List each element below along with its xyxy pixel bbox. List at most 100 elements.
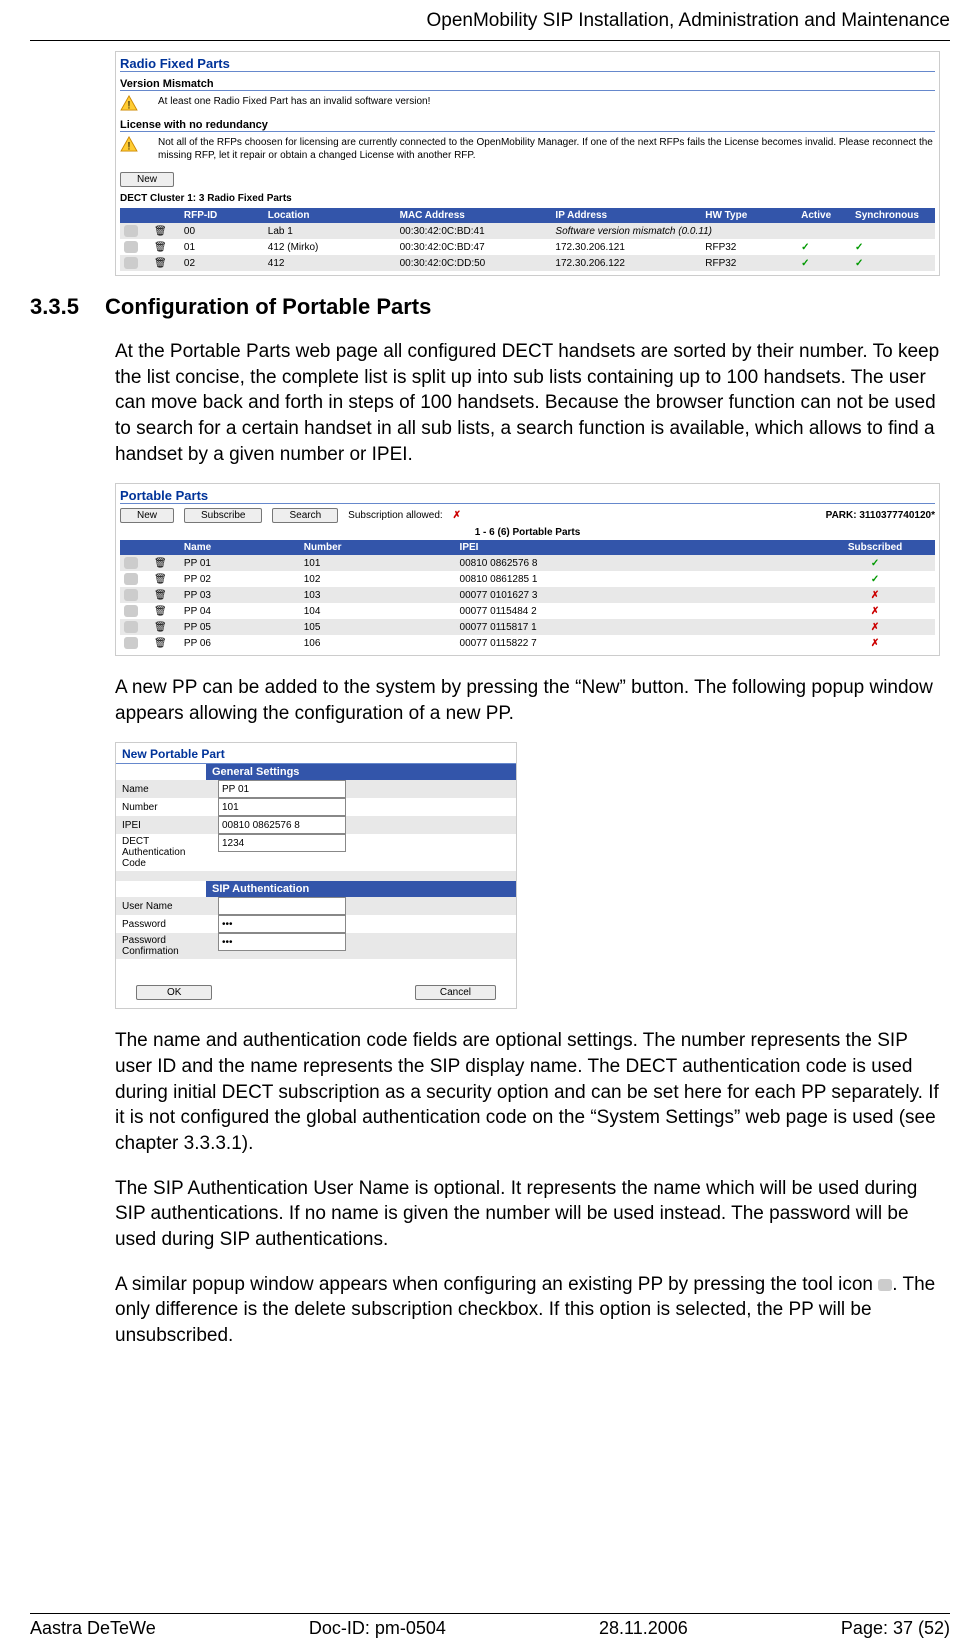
col-hw: HW Type — [701, 208, 797, 223]
col-rfp-id: RFP-ID — [180, 208, 264, 223]
table-row: 🗑 02 412 00:30:42:0C:DD:50 172.30.206.12… — [120, 255, 935, 271]
paragraph-5: A similar popup window appears when conf… — [115, 1272, 940, 1349]
rfp-title: Radio Fixed Parts — [120, 56, 935, 72]
edit-icon[interactable] — [124, 225, 138, 237]
page-footer: Aastra DeTeWe Doc-ID: pm-0504 28.11.2006… — [30, 1606, 950, 1639]
delete-icon[interactable]: 🗑 — [154, 590, 167, 601]
col-name: Name — [180, 540, 300, 555]
name-label: Name — [116, 782, 218, 797]
subscribe-button[interactable]: Subscribe — [184, 508, 262, 523]
ipei-label: IPEI — [116, 818, 218, 833]
header-rule — [30, 40, 950, 41]
cluster-line: DECT Cluster 1: 3 Radio Fixed Parts — [120, 193, 935, 204]
ok-button[interactable]: OK — [136, 985, 212, 1000]
number-field[interactable] — [218, 798, 346, 816]
pp-title: Portable Parts — [120, 488, 935, 504]
dect-label: DECT Authentication Code — [116, 834, 218, 871]
pp-list-header: 1 - 6 (6) Portable Parts — [120, 527, 935, 538]
paragraph-2: A new PP can be added to the system by p… — [115, 675, 940, 726]
delete-icon[interactable]: 🗑 — [154, 622, 167, 633]
delete-icon[interactable]: 🗑 — [154, 558, 167, 569]
section-heading: 3.3.5Configuration of Portable Parts — [30, 294, 950, 320]
subscribed-icon: ✗ — [815, 587, 935, 603]
license-heading: License with no redundancy — [120, 119, 935, 132]
password-field[interactable] — [218, 915, 346, 933]
dect-field[interactable] — [218, 834, 346, 852]
name-field[interactable] — [218, 780, 346, 798]
edit-icon[interactable] — [124, 241, 138, 253]
password-label: Password — [116, 917, 218, 932]
delete-icon[interactable]: 🗑 — [154, 574, 167, 585]
table-row: 🗑PP 0510500077 0115817 1✗ — [120, 619, 935, 635]
popup-title: New Portable Part — [116, 743, 516, 764]
subscribed-icon: ✓ — [815, 555, 935, 571]
footer-docid: Doc-ID: pm-0504 — [309, 1618, 446, 1639]
section-number: 3.3.5 — [30, 294, 105, 320]
subscription-allowed-icon: ✗ — [453, 510, 461, 521]
table-row: 🗑 00 Lab 1 00:30:42:0C:BD:41 Software ve… — [120, 223, 935, 239]
subscribed-icon: ✓ — [815, 571, 935, 587]
delete-icon[interactable]: 🗑 — [154, 638, 167, 649]
passconf-field[interactable] — [218, 933, 346, 951]
new-button[interactable]: New — [120, 508, 174, 523]
sip-auth-head: SIP Authentication — [206, 881, 516, 897]
paragraph-1: At the Portable Parts web page all confi… — [115, 339, 940, 467]
warning-icon: ! — [120, 95, 138, 111]
delete-icon[interactable]: 🗑 — [154, 606, 167, 617]
section-title: Configuration of Portable Parts — [105, 294, 431, 319]
page-header-title: OpenMobility SIP Installation, Administr… — [30, 10, 950, 36]
edit-icon[interactable] — [124, 557, 138, 569]
edit-icon[interactable] — [124, 605, 138, 617]
edit-icon[interactable] — [124, 637, 138, 649]
subscription-allowed-label: Subscription allowed: — [348, 510, 443, 521]
col-active: Active — [797, 208, 851, 223]
new-pp-popup: New Portable Part General Settings Name … — [115, 742, 517, 1009]
warning-icon: ! — [120, 136, 138, 152]
license-text: Not all of the RFPs choosen for licensin… — [158, 136, 935, 162]
col-location: Location — [264, 208, 396, 223]
table-row: 🗑PP 0110100810 0862576 8✓ — [120, 555, 935, 571]
delete-icon[interactable]: 🗑 — [154, 258, 167, 269]
table-row: 🗑 01 412 (Mirko) 00:30:42:0C:BD:47 172.3… — [120, 239, 935, 255]
edit-icon[interactable] — [124, 621, 138, 633]
edit-icon — [878, 1279, 892, 1291]
col-ip: IP Address — [551, 208, 701, 223]
subscribed-icon: ✗ — [815, 603, 935, 619]
delete-icon[interactable]: 🗑 — [154, 242, 167, 253]
edit-icon[interactable] — [124, 589, 138, 601]
version-mismatch-heading: Version Mismatch — [120, 78, 935, 91]
cancel-button[interactable]: Cancel — [415, 985, 496, 1000]
footer-company: Aastra DeTeWe — [30, 1618, 156, 1639]
paragraph-3: The name and authentication code fields … — [115, 1028, 940, 1156]
username-label: User Name — [116, 899, 218, 914]
new-button[interactable]: New — [120, 172, 174, 187]
col-ipei: IPEI — [456, 540, 816, 555]
footer-date: 28.11.2006 — [599, 1618, 688, 1639]
park-value: PARK: 3110377740120* — [826, 510, 935, 521]
table-row: 🗑PP 0310300077 0101627 3✗ — [120, 587, 935, 603]
table-row: 🗑PP 0210200810 0861285 1✓ — [120, 571, 935, 587]
version-mismatch-text: At least one Radio Fixed Part has an inv… — [158, 95, 430, 108]
svg-text:!: ! — [128, 99, 131, 111]
col-subscribed: Subscribed — [815, 540, 935, 555]
subscribed-icon: ✗ — [815, 619, 935, 635]
general-settings-head: General Settings — [206, 764, 516, 780]
edit-icon[interactable] — [124, 573, 138, 585]
edit-icon[interactable] — [124, 257, 138, 269]
delete-icon[interactable]: 🗑 — [154, 226, 167, 237]
search-button[interactable]: Search — [272, 508, 338, 523]
table-row: 🗑PP 0610600077 0115822 7✗ — [120, 635, 935, 651]
subscribed-icon: ✗ — [815, 635, 935, 651]
rfp-screenshot: Radio Fixed Parts Version Mismatch ! At … — [115, 51, 940, 276]
username-field[interactable] — [218, 897, 346, 915]
pp-table: Name Number IPEI Subscribed 🗑PP 01101008… — [120, 540, 935, 651]
pp-screenshot: Portable Parts New Subscribe Search Subs… — [115, 483, 940, 656]
ipei-field[interactable] — [218, 816, 346, 834]
col-number: Number — [300, 540, 456, 555]
svg-text:!: ! — [128, 140, 131, 152]
footer-page: Page: 37 (52) — [841, 1618, 950, 1639]
passconf-label: Password Confirmation — [116, 933, 218, 959]
col-mac: MAC Address — [396, 208, 552, 223]
paragraph-4: The SIP Authentication User Name is opti… — [115, 1176, 940, 1253]
number-label: Number — [116, 800, 218, 815]
